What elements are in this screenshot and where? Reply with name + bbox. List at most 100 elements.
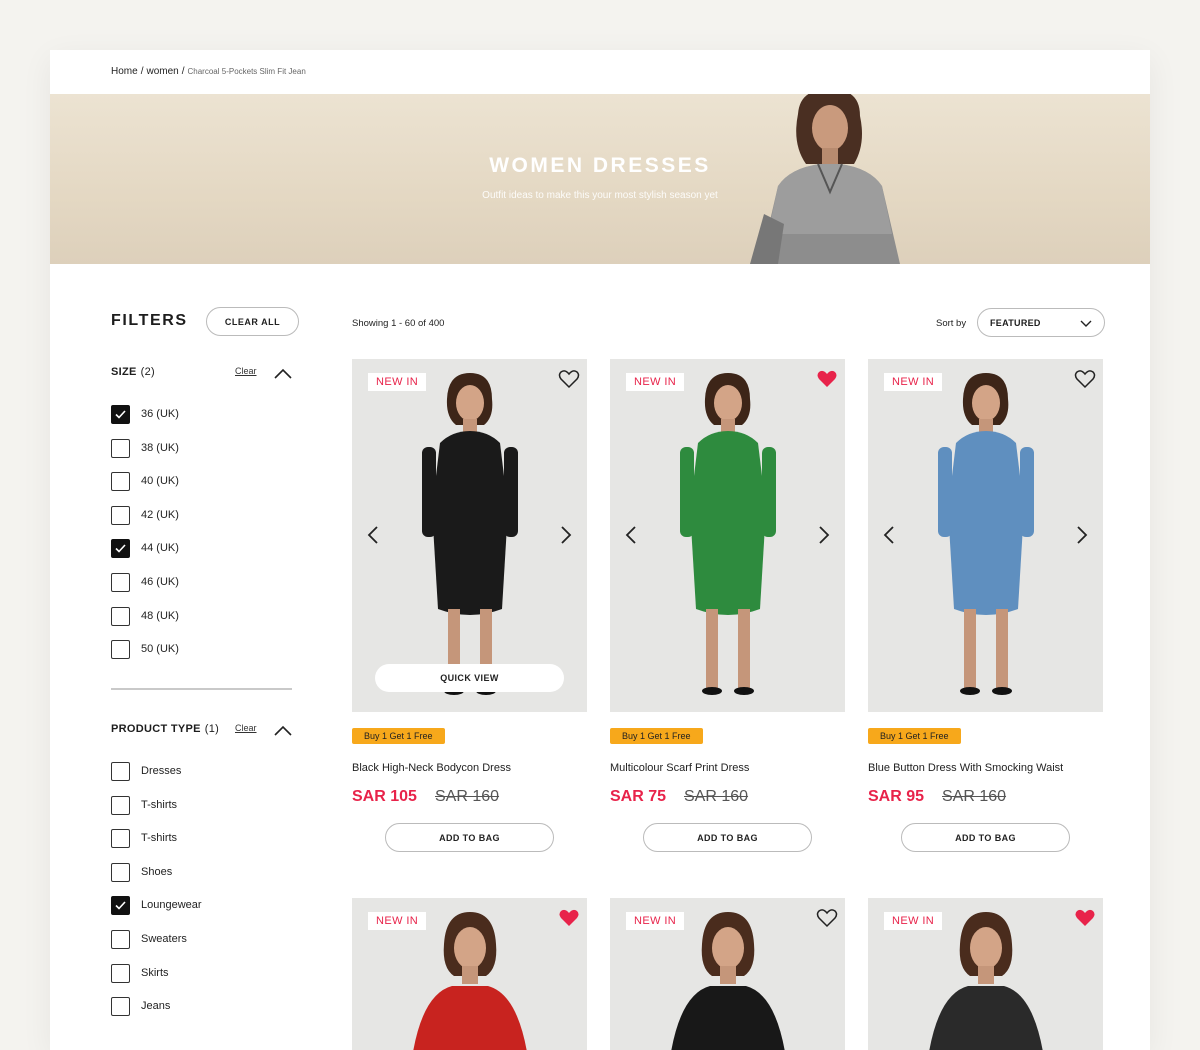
size-filter-header[interactable]: SIZE (2) Clear <box>111 363 292 383</box>
product-type-option[interactable]: T-shirts <box>111 795 291 816</box>
chevron-right-icon[interactable] <box>1075 524 1089 546</box>
product-image[interactable]: NEW IN <box>610 359 845 712</box>
checkbox[interactable] <box>111 472 130 492</box>
product-type-filter-count: (1) <box>204 723 220 735</box>
checkbox[interactable] <box>111 606 130 626</box>
clear-all-button[interactable]: CLEAR ALL <box>206 307 299 336</box>
checkbox[interactable] <box>111 762 130 781</box>
option-label: Shoes <box>141 865 173 878</box>
checkbox[interactable] <box>111 896 130 916</box>
checkbox[interactable] <box>111 997 130 1017</box>
product-price: SAR 95 <box>868 788 925 805</box>
product-image[interactable]: NEW IN QUICK VIEW <box>352 359 587 712</box>
chevron-right-icon[interactable] <box>817 524 831 546</box>
check-icon <box>115 544 126 554</box>
promo-badge: Buy 1 Get 1 Free <box>352 728 445 744</box>
checkbox[interactable] <box>111 405 130 424</box>
new-in-badge: NEW IN <box>626 373 685 391</box>
product-type-filter-title: PRODUCT TYPE (1) <box>111 723 219 735</box>
option-label: Dresses <box>141 765 182 777</box>
option-label: 36 (UK) <box>141 408 179 420</box>
check-icon <box>115 901 126 911</box>
heart-icon[interactable] <box>1074 369 1096 389</box>
product-image[interactable]: NEW IN <box>868 898 1103 1050</box>
heart-filled-icon[interactable] <box>1074 908 1096 928</box>
checkbox[interactable] <box>111 795 130 815</box>
option-label: Jeans <box>141 1000 171 1013</box>
quick-view-button[interactable]: QUICK VIEW <box>375 664 564 692</box>
product-type-option[interactable]: Shoes <box>111 862 291 883</box>
option-label: 46 (UK) <box>141 576 179 588</box>
checkbox[interactable] <box>111 640 130 660</box>
size-option[interactable]: 38 (UK) <box>111 438 291 459</box>
size-option[interactable]: 48 (UK) <box>111 606 291 627</box>
product-type-option[interactable]: Jeans <box>111 997 291 1017</box>
add-to-bag-button[interactable]: ADD TO BAG <box>643 823 812 852</box>
size-option[interactable]: 46 (UK) <box>111 573 291 593</box>
chevron-left-icon[interactable] <box>882 524 896 546</box>
size-clear-link[interactable]: Clear <box>235 366 257 376</box>
hero-model-image <box>750 94 900 264</box>
heart-icon[interactable] <box>816 908 838 928</box>
size-option[interactable]: 44 (UK) <box>111 539 291 559</box>
product-type-option[interactable]: Skirts <box>111 963 291 984</box>
size-filter-title: SIZE (2) <box>111 366 155 378</box>
breadcrumb-women[interactable]: women <box>146 66 178 77</box>
checkbox[interactable] <box>111 539 130 559</box>
product-type-filter-header[interactable]: PRODUCT TYPE (1) Clear <box>111 720 292 740</box>
checkbox[interactable] <box>111 573 130 592</box>
product-photo <box>938 373 1034 695</box>
checkbox[interactable] <box>111 930 130 949</box>
option-label: 38 (UK) <box>141 441 179 454</box>
checkbox[interactable] <box>111 963 130 983</box>
product-image[interactable]: NEW IN <box>352 898 587 1050</box>
add-to-bag-button[interactable]: ADD TO BAG <box>901 823 1070 852</box>
new-in-badge: NEW IN <box>884 912 943 930</box>
size-option[interactable]: 36 (UK) <box>111 405 291 425</box>
chevron-right-icon[interactable] <box>559 524 573 546</box>
sort-select[interactable]: FEATURED <box>977 308 1105 337</box>
product-type-clear-link[interactable]: Clear <box>235 723 257 733</box>
product-name[interactable]: Multicolour Scarf Print Dress <box>610 762 749 774</box>
checkbox[interactable] <box>111 505 130 525</box>
heart-filled-icon[interactable] <box>816 369 838 389</box>
option-label: 44 (UK) <box>141 542 179 555</box>
chevron-left-icon[interactable] <box>366 524 380 546</box>
size-option[interactable]: 50 (UK) <box>111 640 291 660</box>
checkbox[interactable] <box>111 862 130 882</box>
size-filter-count: (2) <box>140 366 156 378</box>
filters-title: FILTERS <box>111 312 188 329</box>
product-name[interactable]: Black High-Neck Bodycon Dress <box>352 762 511 774</box>
chevron-left-icon[interactable] <box>624 524 638 546</box>
product-type-option[interactable]: Sweaters <box>111 930 291 950</box>
option-label: T-shirts <box>141 798 178 811</box>
product-type-option[interactable]: Dresses <box>111 762 291 782</box>
product-listing-page: Home / women / Charcoal 5-Pockets Slim Fit J… <box>50 50 1150 1050</box>
breadcrumb-separator: / <box>181 66 185 77</box>
option-label: T-shirts <box>141 832 178 845</box>
sort-by-label: Sort by <box>936 318 967 329</box>
option-label: 40 (UK) <box>141 475 179 488</box>
heart-icon[interactable] <box>558 369 580 389</box>
chevron-up-icon[interactable] <box>273 722 293 738</box>
size-option[interactable]: 40 (UK) <box>111 472 291 492</box>
product-name[interactable]: Blue Button Dress With Smocking Waist <box>868 762 1063 774</box>
size-filter-label: SIZE <box>111 366 137 378</box>
product-image[interactable]: NEW IN <box>610 898 845 1050</box>
product-image[interactable]: NEW IN <box>868 359 1103 712</box>
hero-subtitle: Outfit ideas to make this your most styl… <box>482 190 718 201</box>
product-price: SAR 75 <box>610 788 667 805</box>
promo-badge: Buy 1 Get 1 Free <box>868 728 961 744</box>
product-type-option[interactable]: Loungewear <box>111 896 291 916</box>
breadcrumb-current: Charcoal 5-Pockets Slim Fit Jean <box>187 67 306 76</box>
product-type-option[interactable]: T-shirts <box>111 829 291 849</box>
checkbox[interactable] <box>111 829 130 849</box>
add-to-bag-button[interactable]: ADD TO BAG <box>385 823 554 852</box>
breadcrumb-home[interactable]: Home <box>111 66 138 77</box>
new-in-badge: NEW IN <box>368 373 427 391</box>
size-option[interactable]: 42 (UK) <box>111 505 291 526</box>
breadcrumb-separator: / <box>140 66 144 77</box>
chevron-up-icon[interactable] <box>273 365 293 381</box>
heart-filled-icon[interactable] <box>558 908 580 928</box>
checkbox[interactable] <box>111 438 130 458</box>
